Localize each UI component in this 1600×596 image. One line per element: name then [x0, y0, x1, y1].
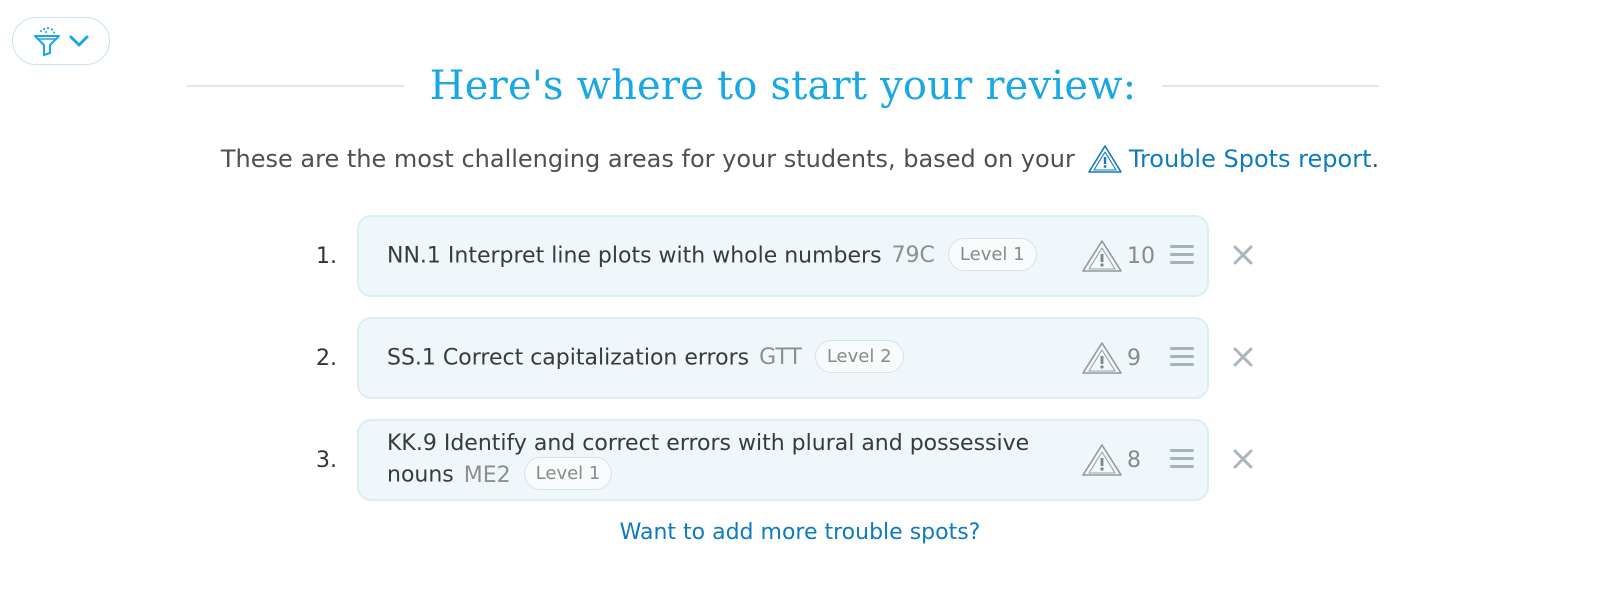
trouble-count-value: 9 [1127, 345, 1141, 371]
warning-icon [1082, 342, 1122, 374]
intro-suffix: . [1371, 145, 1380, 173]
funnel-icon [34, 26, 60, 56]
drag-handle-icon[interactable] [1170, 449, 1194, 471]
warning-icon [1082, 444, 1122, 476]
skill-card[interactable]: KK.9 Identify and correct errors with pl… [357, 419, 1209, 501]
rank-number: 1. [316, 243, 337, 269]
close-icon[interactable] [1230, 344, 1256, 370]
drag-handle-icon[interactable] [1170, 347, 1194, 369]
heading-row: Here's where to start your review: [187, 58, 1379, 114]
rank-number: 3. [316, 447, 337, 473]
drag-handle-icon[interactable] [1170, 245, 1194, 267]
trouble-count-value: 10 [1127, 243, 1155, 269]
skill-row: 1. NN.1 Interpret line plots with whole … [0, 215, 1600, 297]
trouble-spots-link[interactable]: Trouble Spots report [1087, 144, 1372, 174]
trouble-spots-link-label[interactable]: Trouble Spots report [1129, 145, 1372, 173]
skill-text: SS.1 Correct capitalization errors GTT L… [387, 319, 1067, 397]
page: Here's where to start your review: These… [0, 0, 1600, 596]
level-badge: Level 1 [947, 237, 1037, 271]
trouble-count: 10 [1081, 217, 1155, 295]
intro-text: These are the most challenging areas for… [0, 141, 1600, 177]
chevron-down-icon [69, 35, 89, 47]
skill-name[interactable]: NN.1 Interpret line plots with whole num… [387, 243, 882, 268]
level-badge: Level 1 [523, 457, 613, 490]
level-badge: Level 2 [814, 339, 904, 373]
trouble-count: 8 [1081, 421, 1141, 499]
warning-icon [1088, 145, 1122, 173]
warning-icon [1082, 240, 1122, 272]
skill-text: NN.1 Interpret line plots with whole num… [387, 217, 1067, 295]
skill-code: GTT [759, 345, 802, 370]
skill-text: KK.9 Identify and correct errors with pl… [387, 421, 1067, 499]
skill-name[interactable]: SS.1 Correct capitalization errors [387, 345, 749, 370]
rank-number: 2. [316, 345, 337, 371]
skill-code: ME2 [463, 462, 511, 488]
page-title: Here's where to start your review: [429, 63, 1137, 109]
skill-card[interactable]: SS.1 Correct capitalization errors GTT L… [357, 317, 1209, 399]
skill-card[interactable]: NN.1 Interpret line plots with whole num… [357, 215, 1209, 297]
trouble-count-value: 8 [1127, 447, 1141, 473]
divider-left [187, 85, 404, 87]
intro-sentence: These are the most challenging areas for… [220, 145, 1075, 173]
divider-right [1162, 85, 1379, 87]
add-trouble-spots-link[interactable]: Want to add more trouble spots? [0, 520, 1600, 552]
trouble-count: 9 [1081, 319, 1141, 397]
skill-row: 3. KK.9 Identify and correct errors with… [0, 419, 1600, 501]
skill-code: 79C [891, 243, 935, 268]
skill-row: 2. SS.1 Correct capitalization errors GT… [0, 317, 1600, 399]
close-icon[interactable] [1230, 242, 1256, 268]
filter-button[interactable] [12, 17, 110, 65]
close-icon[interactable] [1230, 446, 1256, 472]
